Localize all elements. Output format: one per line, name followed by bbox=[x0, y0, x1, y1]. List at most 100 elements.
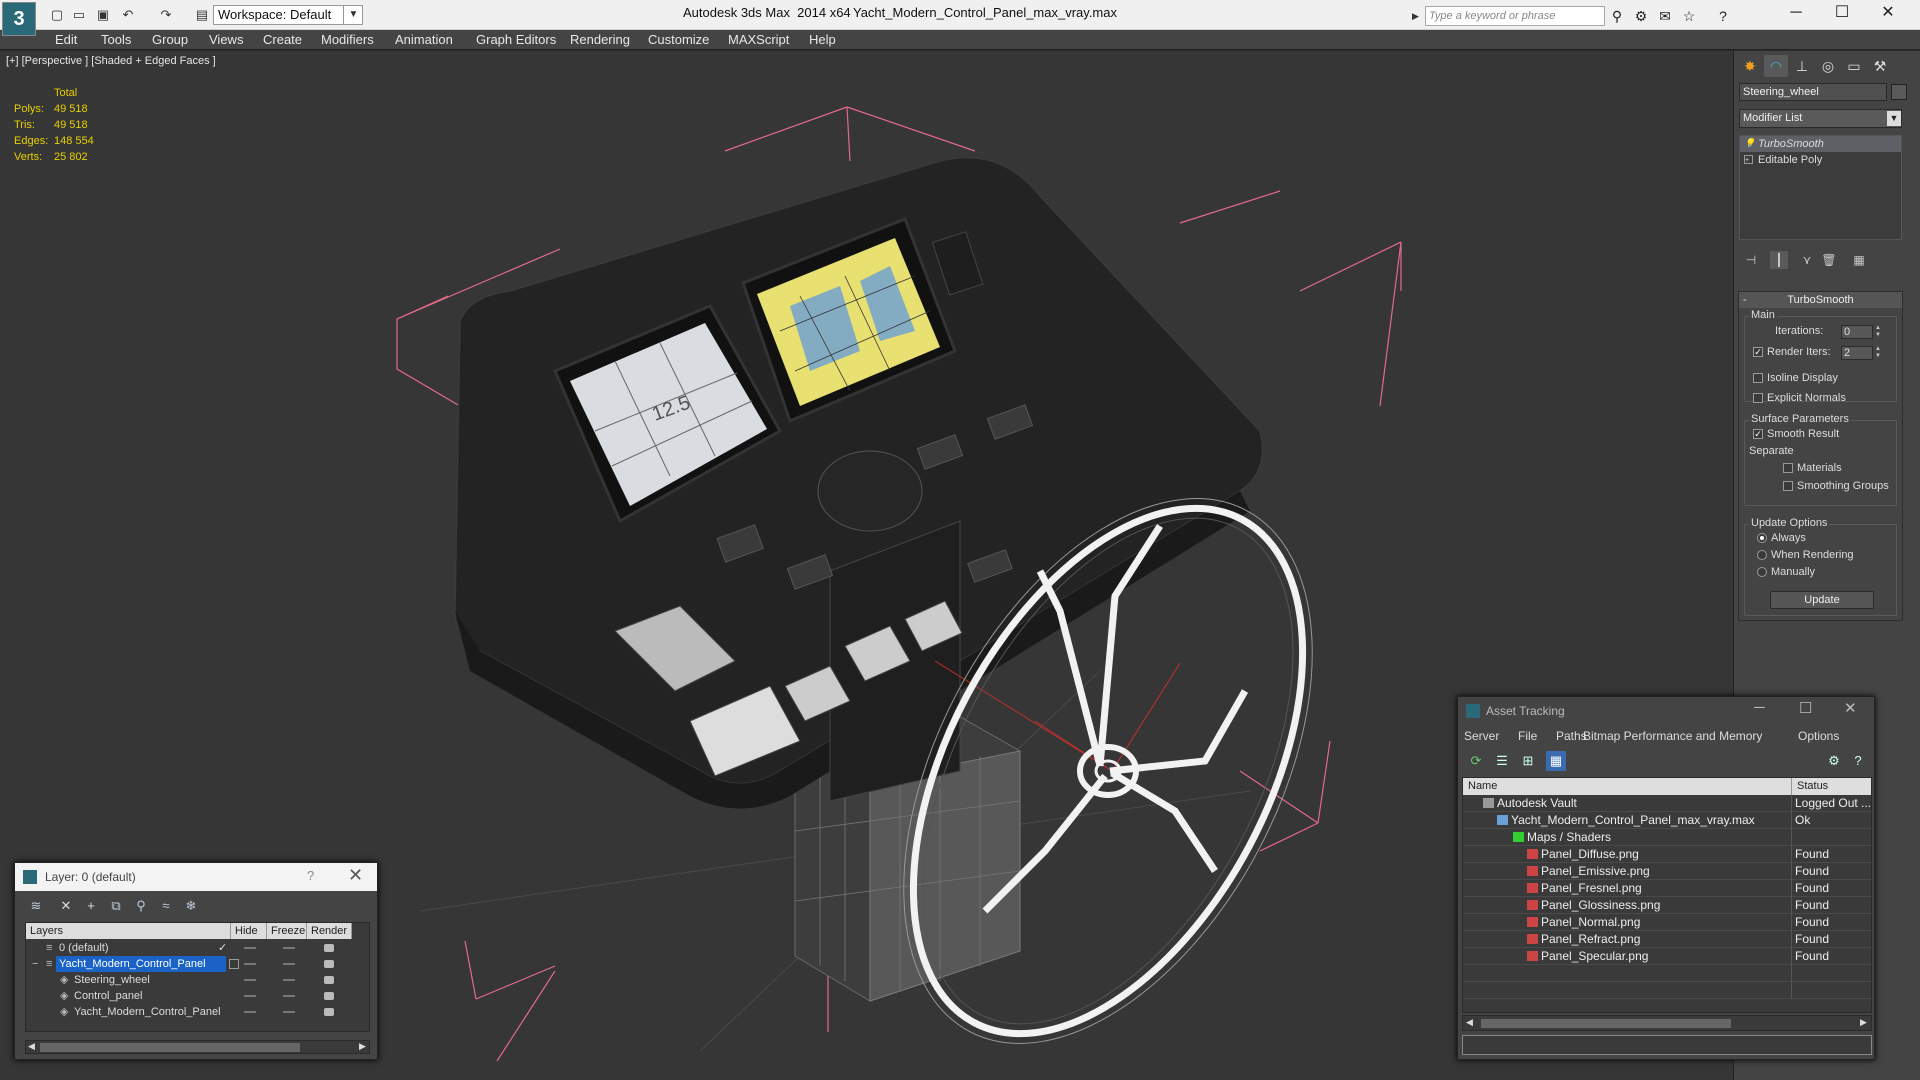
render-teapot-icon[interactable] bbox=[324, 1008, 334, 1016]
when-rendering-radio[interactable] bbox=[1757, 550, 1767, 560]
minimize-icon[interactable]: ─ bbox=[1773, 0, 1819, 28]
asset-path-field[interactable] bbox=[1462, 1035, 1872, 1055]
asset-row[interactable]: Panel_Emissive.png Found bbox=[1463, 863, 1871, 880]
column-name[interactable]: Name bbox=[1463, 778, 1792, 795]
close-icon[interactable]: ✕ bbox=[1865, 0, 1911, 28]
scroll-left-icon[interactable]: ◀ bbox=[1466, 1017, 1473, 1028]
scrollbar-thumb[interactable] bbox=[1481, 1019, 1731, 1028]
layer-row[interactable]: ◈ Control_panel bbox=[26, 988, 371, 1004]
hierarchy-tab-icon[interactable]: ⊥ bbox=[1790, 55, 1814, 77]
menu-options[interactable]: Options bbox=[1798, 729, 1839, 743]
hide-toggle[interactable] bbox=[244, 963, 256, 965]
maximize-icon[interactable]: ☐ bbox=[1799, 699, 1812, 717]
stack-item-editable-poly[interactable]: + Editable Poly bbox=[1740, 152, 1901, 168]
asset-row[interactable]: Panel_Refract.png Found bbox=[1463, 931, 1871, 948]
update-button[interactable]: Update bbox=[1770, 591, 1874, 609]
asset-row[interactable]: Panel_Glossiness.png Found bbox=[1463, 897, 1871, 914]
menu-group[interactable]: Group bbox=[152, 32, 188, 47]
create-tab-icon[interactable]: ✸ bbox=[1738, 55, 1762, 77]
add-to-layer-icon[interactable]: + bbox=[82, 897, 100, 915]
freeze-toggle[interactable] bbox=[283, 947, 295, 949]
always-radio[interactable] bbox=[1757, 533, 1767, 543]
freeze-toggle[interactable] bbox=[283, 1011, 295, 1013]
display-tab-icon[interactable]: ▭ bbox=[1842, 55, 1866, 77]
smooth-result-checkbox[interactable]: ✓ bbox=[1753, 429, 1763, 439]
delete-layer-icon[interactable]: ✕ bbox=[57, 897, 75, 915]
render-iters-checkbox[interactable]: ✓ bbox=[1753, 347, 1763, 357]
modifier-list-dropdown[interactable]: Modifier List bbox=[1739, 109, 1902, 128]
layer-stack-icon[interactable]: ≋ bbox=[27, 897, 45, 915]
expand-plus-icon[interactable]: + bbox=[1744, 155, 1753, 164]
render-teapot-icon[interactable] bbox=[324, 960, 334, 968]
rollout-title[interactable]: TurboSmooth bbox=[1739, 292, 1902, 308]
chevron-down-icon[interactable]: ▼ bbox=[343, 5, 363, 25]
collapse-icon[interactable]: − bbox=[32, 956, 38, 972]
refresh-icon[interactable]: ⟳ bbox=[1466, 751, 1486, 771]
close-icon[interactable]: ✕ bbox=[348, 865, 363, 886]
freeze-toggle[interactable] bbox=[283, 979, 295, 981]
layer-row[interactable]: − ≡ Yacht_Modern_Control_Panel bbox=[26, 956, 371, 972]
layer-row[interactable]: ◈ Yacht_Modern_Control_Panel bbox=[26, 1004, 371, 1020]
scroll-left-icon[interactable]: ◀ bbox=[28, 1041, 35, 1052]
menu-graph-editors[interactable]: Graph Editors bbox=[476, 32, 556, 47]
menu-tools[interactable]: Tools bbox=[101, 32, 131, 47]
help-icon[interactable]: ? bbox=[1848, 751, 1868, 771]
collapse-icon[interactable]: - bbox=[1743, 292, 1747, 308]
search-input[interactable]: Type a keyword or phrase bbox=[1425, 6, 1605, 26]
menu-views[interactable]: Views bbox=[209, 32, 243, 47]
isoline-display-checkbox[interactable] bbox=[1753, 373, 1763, 383]
save-file-icon[interactable]: ▣ bbox=[95, 7, 111, 23]
smoothing-groups-checkbox[interactable] bbox=[1783, 481, 1793, 491]
motion-tab-icon[interactable]: ◎ bbox=[1816, 55, 1840, 77]
menu-server[interactable]: Server bbox=[1464, 729, 1499, 743]
viewport-label[interactable]: [+] [Perspective ] [Shaded + Edged Faces… bbox=[6, 55, 216, 67]
new-file-icon[interactable]: ▢ bbox=[49, 7, 65, 23]
column-layers[interactable]: Layers bbox=[26, 923, 231, 939]
layer-row[interactable]: ◈ Steering_wheel bbox=[26, 972, 371, 988]
chevron-down-icon[interactable]: ▼ bbox=[1887, 111, 1901, 126]
column-freeze[interactable]: Freeze bbox=[267, 923, 307, 939]
menu-customize[interactable]: Customize bbox=[648, 32, 709, 47]
asset-dialog-titlebar[interactable]: Asset Tracking ─ ☐ ✕ bbox=[1458, 697, 1874, 725]
spinner-arrows-icon[interactable]: ▲ ▼ bbox=[1874, 346, 1882, 360]
scroll-right-icon[interactable]: ▶ bbox=[1860, 1017, 1867, 1028]
menu-file[interactable]: File bbox=[1518, 729, 1537, 743]
app-menu-button[interactable]: 3 bbox=[2, 2, 36, 36]
object-name-field[interactable]: Steering_wheel bbox=[1739, 83, 1887, 101]
menu-bitmap-performance[interactable]: Bitmap Performance and Memory bbox=[1583, 729, 1762, 743]
freeze-toggle[interactable] bbox=[283, 963, 295, 965]
scrollbar-thumb[interactable] bbox=[40, 1043, 300, 1052]
layer-row[interactable]: ≡ 0 (default) ✓ bbox=[26, 940, 371, 956]
render-teapot-icon[interactable] bbox=[324, 992, 334, 1000]
asset-row[interactable]: Yacht_Modern_Control_Panel_max_vray.max … bbox=[1463, 812, 1871, 829]
menu-edit[interactable]: Edit bbox=[55, 32, 77, 47]
explicit-normals-checkbox[interactable] bbox=[1753, 393, 1763, 403]
highlight-layer-icon[interactable]: ⚲ bbox=[132, 897, 150, 915]
project-folder-icon[interactable]: ▤ bbox=[194, 7, 210, 23]
table-view-icon[interactable]: ▦ bbox=[1546, 751, 1566, 771]
set-current-checkbox[interactable] bbox=[229, 959, 239, 969]
hide-toggle[interactable] bbox=[244, 947, 256, 949]
menu-help[interactable]: Help bbox=[809, 32, 836, 47]
help-icon[interactable]: ? bbox=[1714, 7, 1732, 25]
subscription-icon[interactable]: ⚙ bbox=[1632, 7, 1650, 25]
current-layer-checkmark-icon[interactable]: ✓ bbox=[218, 940, 227, 956]
menu-modifiers[interactable]: Modifiers bbox=[321, 32, 374, 47]
menu-create[interactable]: Create bbox=[263, 32, 302, 47]
modify-tab-icon[interactable]: ◠ bbox=[1764, 55, 1788, 77]
maximize-icon[interactable]: ☐ bbox=[1819, 0, 1865, 28]
column-render[interactable]: Render bbox=[307, 923, 352, 939]
object-color-swatch[interactable] bbox=[1891, 84, 1907, 100]
binoculars-icon[interactable]: ⚲ bbox=[1608, 7, 1626, 25]
remove-modifier-icon[interactable]: 🗑 bbox=[1820, 251, 1838, 269]
close-icon[interactable]: ✕ bbox=[1844, 699, 1857, 717]
utilities-tab-icon[interactable]: ⚒ bbox=[1868, 55, 1892, 77]
horizontal-scrollbar[interactable]: ◀ ▶ bbox=[25, 1040, 370, 1054]
asset-row[interactable]: Maps / Shaders bbox=[1463, 829, 1871, 846]
render-teapot-icon[interactable] bbox=[324, 944, 334, 952]
lightbulb-icon[interactable]: 💡 bbox=[1744, 139, 1755, 148]
open-file-icon[interactable]: ▭ bbox=[71, 7, 87, 23]
make-unique-icon[interactable]: ⋎ bbox=[1798, 251, 1816, 269]
column-hide[interactable]: Hide bbox=[231, 923, 267, 939]
asset-row[interactable]: Panel_Specular.png Found bbox=[1463, 948, 1871, 965]
